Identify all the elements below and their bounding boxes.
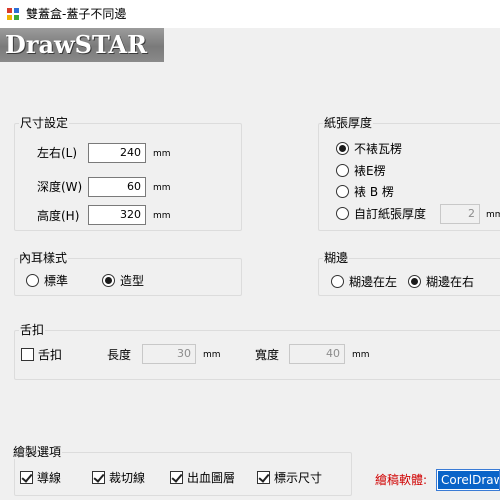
custom-thickness-unit: mm	[486, 210, 500, 220]
checkbox-cut-lines-label: 裁切線	[109, 471, 146, 485]
window-title: 雙蓋盒-蓋子不同邊	[26, 7, 127, 21]
height-label: 高度(H)	[37, 209, 80, 223]
radio-no-flute-label: 不裱瓦楞	[354, 142, 403, 156]
tuck-width-label: 寬度	[255, 348, 280, 362]
radio-ear-shaped[interactable]	[102, 274, 115, 287]
checkbox-dimensions[interactable]	[257, 471, 270, 484]
software-select[interactable]: CorelDraw	[436, 469, 500, 491]
glue-edge-title: 糊邊	[323, 251, 350, 265]
radio-glue-left-label: 糊邊在左	[349, 275, 398, 289]
tuck-flap-checkbox[interactable]	[21, 348, 34, 361]
software-label: 繪稿軟體:	[375, 473, 428, 487]
custom-thickness-input[interactable]: 2	[440, 204, 480, 224]
tuck-width-input[interactable]: 40	[289, 344, 345, 364]
size-group-title: 尺寸設定	[19, 116, 70, 130]
radio-custom-thickness-label: 自訂紙張厚度	[354, 207, 427, 221]
radio-b-flute-label: 裱 B 楞	[354, 185, 394, 199]
checkbox-dimensions-label: 標示尺寸	[274, 471, 323, 485]
radio-ear-standard[interactable]	[26, 274, 39, 287]
checkbox-bleed-layer-label: 出血圖層	[187, 471, 236, 485]
tuck-length-unit: mm	[203, 350, 221, 360]
inner-ear-title: 內耳樣式	[18, 251, 69, 265]
tuck-flap-title: 舌扣	[19, 323, 46, 337]
radio-e-flute[interactable]	[336, 164, 349, 177]
radio-ear-shaped-label: 造型	[120, 274, 145, 288]
radio-b-flute[interactable]	[336, 185, 349, 198]
tuck-flap-checkbox-label: 舌扣	[38, 348, 63, 362]
checkbox-bleed-layer[interactable]	[170, 471, 183, 484]
radio-custom-thickness[interactable]	[336, 207, 349, 220]
checkbox-guides-label: 導線	[37, 471, 62, 485]
software-selected-value: CorelDraw	[438, 471, 499, 489]
tuck-length-label: 長度	[107, 348, 132, 362]
radio-e-flute-label: 裱E楞	[354, 164, 386, 178]
depth-input[interactable]: 60	[88, 177, 146, 197]
height-unit: mm	[153, 211, 171, 221]
paper-thickness-title: 紙張厚度	[323, 116, 374, 130]
app-icon	[6, 7, 20, 21]
depth-unit: mm	[153, 183, 171, 193]
radio-glue-right[interactable]	[408, 275, 421, 288]
radio-glue-left[interactable]	[331, 275, 344, 288]
width-unit: mm	[153, 149, 171, 159]
width-input[interactable]: 240	[88, 143, 146, 163]
logo-banner: DrawSTAR	[0, 28, 164, 62]
tuck-width-unit: mm	[352, 350, 370, 360]
drawing-options-title: 繪製選項	[12, 445, 63, 459]
width-label: 左右(L)	[37, 146, 78, 160]
radio-glue-right-label: 糊邊在右	[426, 275, 475, 289]
depth-label: 深度(W)	[37, 180, 83, 194]
title-bar: 雙蓋盒-蓋子不同邊	[0, 0, 500, 28]
checkbox-cut-lines[interactable]	[92, 471, 105, 484]
checkbox-guides[interactable]	[20, 471, 33, 484]
tuck-length-input[interactable]: 30	[142, 344, 196, 364]
height-input[interactable]: 320	[88, 205, 146, 225]
radio-no-flute[interactable]	[336, 142, 349, 155]
radio-ear-standard-label: 標準	[44, 274, 69, 288]
logo: DrawSTAR	[5, 30, 148, 59]
